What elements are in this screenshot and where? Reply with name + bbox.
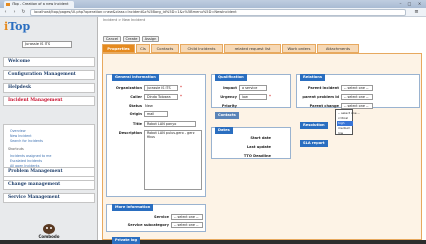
status-label: Status	[128, 104, 142, 108]
title-bar: iTop - Creation of a new Incident – □ ×	[0, 0, 426, 8]
organization-selector[interactable]: Jurassie IS ITS	[22, 41, 72, 48]
browser-tab[interactable]: iTop - Creation of a new Incident	[4, 1, 74, 8]
last-update-label: Last update	[246, 145, 271, 149]
combodo-brand: Combodo	[38, 234, 60, 239]
sidebar-item-service-management[interactable]: Service Management	[3, 193, 95, 203]
tab-child-incidents[interactable]: Child Incidents	[180, 44, 223, 53]
service-subcategory-select[interactable]: -- select one --	[171, 222, 203, 228]
parent-problem-label: parent problem id	[302, 95, 339, 99]
cancel-button[interactable]: Cancel	[103, 36, 121, 42]
properties-pane: General information Organization Jurassi…	[102, 53, 422, 244]
organization-label: Organization	[115, 86, 142, 90]
urgency-label: Urgency	[220, 95, 237, 99]
tab-contacts[interactable]: Contacts	[151, 44, 179, 53]
itop-logo: iTop	[4, 20, 31, 33]
parent-incident-label: Parent incident	[307, 86, 339, 90]
required-marker: *	[269, 94, 271, 99]
reload-icon[interactable]: ↻	[20, 9, 27, 16]
submenu-item-new-incident[interactable]: New Incident	[10, 134, 32, 138]
combodo-mascot-icon	[43, 224, 55, 234]
browser-window: iTop - Creation of a new Incident – □ × …	[0, 0, 426, 244]
caller-select[interactable]: Dinda Tolosea	[144, 94, 178, 100]
urgency-option[interactable]: low	[337, 131, 353, 136]
urgency-select[interactable]: low	[239, 94, 267, 100]
impact-label: Impact	[223, 86, 237, 90]
parent-change-label: Parent change	[309, 104, 339, 108]
submenu-item-overview[interactable]: Overview	[10, 129, 26, 133]
more-info-legend: More information	[112, 204, 154, 211]
tab-cis[interactable]: CIs	[136, 44, 150, 53]
submenu-item-search-incidents[interactable]: Search for Incidents	[10, 139, 43, 143]
browser-tab-title: iTop - Creation of a new Incident	[12, 2, 69, 6]
parent-incident-select[interactable]: -- select one --	[341, 85, 373, 91]
service-label: Service	[154, 215, 169, 219]
create-button[interactable]: Create	[123, 36, 140, 42]
organization-select[interactable]: Jurassie IS ITS	[144, 85, 178, 91]
breadcrumb: Incident > New Incident	[99, 17, 426, 24]
origin-label: Origin	[129, 112, 142, 116]
title-input[interactable]: Robot LAN panyo	[144, 121, 196, 127]
service-subcategory-label: Service subcategory	[127, 223, 169, 227]
required-marker: *	[180, 85, 182, 90]
back-arrow-icon[interactable]: ‹	[2, 9, 9, 16]
itop-favicon-icon	[6, 3, 10, 6]
sla-report-legend: SLA report	[300, 140, 328, 147]
description-textarea[interactable]: Robot LAN pulus.gero - gerz fikus	[144, 130, 202, 190]
sidebar-item-helpdesk[interactable]: Helpdesk	[3, 83, 95, 93]
description-label: Description	[118, 131, 142, 135]
qualification-legend: Qualification	[215, 74, 247, 81]
sidebar-item-incident-management[interactable]: Incident Management	[3, 96, 95, 106]
main-content: Incident > New Incident Cancel Create As…	[99, 17, 426, 244]
assign-button[interactable]: Assign	[142, 36, 159, 42]
general-info-legend: General information	[112, 74, 159, 81]
contacts-legend: Contacts	[215, 112, 239, 119]
sidebar-item-problem-management[interactable]: Problem Management	[3, 167, 95, 177]
shortcut-assigned-to-me[interactable]: Incidents assigned to me	[10, 154, 51, 158]
forward-arrow-icon[interactable]: ›	[11, 9, 18, 16]
sidebar-item-change-management[interactable]: Change management	[3, 180, 95, 190]
tab-bar: Properties CIs Contacts Child Incidents …	[102, 44, 422, 53]
status-value: New	[145, 104, 153, 108]
address-toolbar: ‹ › ↻ localhost/itop/pages/UI.php?operat…	[0, 8, 426, 17]
menu-icon[interactable]: ≡	[412, 9, 421, 16]
tto-deadline-label: TTO Deadline	[243, 154, 271, 158]
shortcuts-heading: Shortcuts	[8, 147, 24, 151]
combodo-logo: Combodo	[34, 222, 64, 240]
relations-legend: Relations	[300, 74, 325, 81]
parent-problem-select[interactable]: -- select one --	[341, 94, 373, 100]
tab-related-requests[interactable]: related request list	[224, 44, 281, 53]
tab-attachments[interactable]: Attachments	[317, 44, 359, 53]
impact-select[interactable]: a service	[239, 85, 267, 91]
maximize-icon[interactable]: □	[405, 1, 414, 7]
start-date-label: Start date	[250, 136, 271, 140]
resolution-legend: Resolution	[300, 122, 328, 129]
shortcut-escalated[interactable]: Escalated Incidents	[10, 159, 42, 163]
close-icon[interactable]: ×	[415, 1, 424, 7]
urgency-dropdown-list: -- select one -- critical high medium lo…	[335, 109, 360, 136]
required-marker: *	[180, 94, 182, 99]
caller-label: Caller	[130, 95, 142, 99]
dates-legend: Dates	[215, 127, 233, 134]
tab-properties[interactable]: Properties	[102, 44, 135, 53]
sidebar-item-configuration[interactable]: Configuration Management	[3, 70, 95, 80]
minimize-icon[interactable]: –	[396, 1, 405, 7]
service-select[interactable]: -- select one --	[171, 214, 203, 220]
sidebar-item-welcome[interactable]: Welcome	[3, 57, 95, 67]
url-bar[interactable]: localhost/itop/pages/UI.php?operation=ne…	[30, 9, 406, 16]
title-label: Title	[132, 122, 142, 126]
private-log-legend: Private log	[112, 237, 141, 244]
origin-select[interactable]: mail	[144, 111, 168, 117]
priority-label: Priority	[221, 104, 237, 108]
tab-work-orders[interactable]: Work orders	[282, 44, 316, 53]
sidebar: iTop Jurassie IS ITS Welcome Configurati…	[0, 17, 98, 240]
